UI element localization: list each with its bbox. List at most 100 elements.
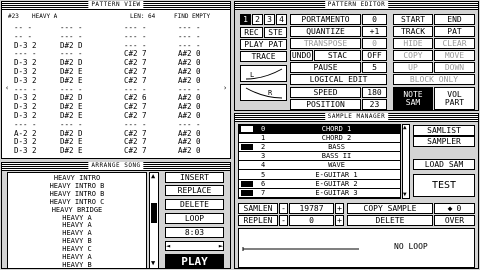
block-only-button[interactable]: BLOCK ONLY — [393, 74, 475, 85]
pattern-cell-track3[interactable]: C#2 7 — [124, 76, 147, 85]
sample-row[interactable]: 7 E-GUITAR 3 — [239, 189, 400, 198]
samlen-down-button[interactable]: - — [279, 203, 288, 214]
play-pat-button[interactable]: PLAY PAT — [240, 39, 287, 50]
pause-label[interactable]: PAUSE — [290, 62, 361, 73]
pattern-cell-track3[interactable]: C#2 7 — [124, 146, 147, 155]
pattern-cell-track2[interactable]: --- - — [60, 32, 83, 41]
loop-button[interactable]: LOOP — [165, 213, 224, 224]
pattern-cell-track1[interactable]: -- - — [14, 23, 32, 32]
pattern-cell-track3[interactable]: --- - — [124, 85, 147, 94]
rec-button[interactable]: REC — [240, 27, 263, 38]
scroll-left-icon[interactable]: ‹ — [5, 85, 9, 92]
start-button[interactable]: START — [393, 14, 433, 25]
position-value[interactable]: 23 — [362, 99, 387, 110]
sample-row[interactable]: 0 CHORD 1 — [239, 125, 400, 134]
load-sam-button[interactable]: LOAD SAM — [413, 159, 475, 170]
speed-value[interactable]: 180 — [362, 87, 387, 98]
pattern-cell-track2[interactable]: --- - — [60, 49, 83, 58]
pattern-cell-track4[interactable]: A#2 0 — [178, 102, 201, 111]
pattern-cell-track1[interactable]: --- - — [14, 120, 37, 129]
pattern-cell-track2[interactable]: D#2 E — [60, 146, 83, 155]
hide-button[interactable]: HIDE — [393, 38, 433, 49]
scroll-down-icon[interactable]: ▼ — [151, 260, 155, 267]
arrow-left-icon[interactable]: ◄ — [166, 242, 170, 250]
track-3-button[interactable]: 3 — [264, 14, 275, 25]
pattern-cell-track3[interactable]: C#2 7 — [124, 58, 147, 67]
pattern-cell-track1[interactable]: D-3 2 — [14, 67, 37, 76]
ste-button[interactable]: STE — [264, 27, 287, 38]
pattern-cell-track4[interactable]: --- - — [178, 41, 201, 50]
waveform-display[interactable]: NO LOOP — [238, 228, 475, 268]
replace-button[interactable]: REPLACE — [165, 185, 224, 196]
note-sam-button[interactable]: NOTE SAM — [393, 87, 433, 110]
copy-sample-value[interactable]: ◆ 0 — [434, 203, 475, 214]
scroll-down-icon[interactable]: ▼ — [403, 192, 407, 198]
pattern-cell-track2[interactable]: D#2 E — [60, 111, 83, 120]
pattern-cell-track1[interactable]: D-3 2 — [14, 146, 37, 155]
scroll-up-icon[interactable]: ▲ — [403, 125, 407, 131]
pattern-cell-track4[interactable]: A#2 0 — [178, 93, 201, 102]
pattern-cell-track1[interactable]: D-3 2 — [14, 93, 37, 102]
pattern-cell-track1[interactable]: A-2 2 — [14, 129, 37, 138]
find-empty-button[interactable]: FIND EMPTY — [174, 14, 210, 20]
pattern-cell-track3[interactable]: C#2 6 — [124, 93, 147, 102]
pattern-cell-track2[interactable]: D#2 D — [60, 41, 83, 50]
pattern-cell-track4[interactable]: --- - — [178, 23, 201, 32]
track-button[interactable]: TRACK — [393, 26, 433, 37]
pattern-cell-track4[interactable]: A#2 0 — [178, 129, 201, 138]
replen-down-button[interactable]: - — [279, 215, 288, 226]
insert-button[interactable]: INSERT — [165, 172, 224, 183]
position-label[interactable]: POSITION — [290, 99, 361, 110]
sample-row[interactable]: 4 WAVE — [239, 161, 400, 171]
samlen-up-button[interactable]: + — [335, 203, 344, 214]
track-1-button[interactable]: 1 — [240, 14, 251, 25]
speed-label[interactable]: SPEED — [290, 87, 361, 98]
logical-edit-button[interactable]: LOGICAL EDIT — [290, 74, 387, 85]
pattern-cell-track1[interactable]: --- - — [14, 85, 37, 94]
pattern-cell-track4[interactable]: A#2 0 — [178, 111, 201, 120]
transpose-label[interactable]: TRANSPOSE — [290, 38, 361, 49]
end-button[interactable]: END — [434, 14, 475, 25]
sample-list-scrollbar[interactable]: ▲ ▼ — [402, 124, 410, 199]
pattern-cell-track4[interactable]: A#2 0 — [178, 137, 201, 146]
pause-value[interactable]: 5 — [362, 62, 387, 73]
over-button[interactable]: OVER — [434, 215, 475, 226]
sample-row[interactable]: 1 CHORD 2 — [239, 134, 400, 144]
song-list-scrollbar[interactable]: ▲ ▼ — [149, 172, 159, 269]
test-button[interactable]: TEST — [413, 174, 475, 197]
pattern-cell-track4[interactable]: A#2 0 — [178, 146, 201, 155]
pattern-cell-track3[interactable]: C#2 7 — [124, 102, 147, 111]
sample-row[interactable]: 3 BASS II — [239, 152, 400, 162]
pattern-cell-track4[interactable]: --- - — [178, 85, 201, 94]
pattern-cell-track3[interactable]: C#2 7 — [124, 111, 147, 120]
scroll-up-icon[interactable]: ▲ — [151, 173, 155, 180]
samlist-button[interactable]: SAMLIST — [413, 125, 475, 136]
portamento-label[interactable]: PORTAMENTO — [290, 14, 361, 25]
pattern-cell-track1[interactable]: D-3 2 — [14, 111, 37, 120]
play-direction-arrows[interactable]: ◄ ► — [165, 241, 224, 251]
pattern-cell-track3[interactable]: --- - — [124, 23, 147, 32]
pattern-cell-track3[interactable]: C#2 7 — [124, 67, 147, 76]
right-volume-control[interactable]: R — [240, 84, 287, 101]
pattern-cell-track2[interactable]: D#2 D — [60, 58, 83, 67]
pattern-cell-track3[interactable]: --- - — [124, 120, 147, 129]
pattern-cell-track3[interactable]: C#2 7 — [124, 137, 147, 146]
pattern-cell-track2[interactable]: D#2 E — [60, 137, 83, 146]
pattern-cell-track1[interactable]: D-3 2 — [14, 76, 37, 85]
track-2-button[interactable]: 2 — [252, 14, 263, 25]
down-button[interactable]: DOWN — [434, 62, 475, 73]
sampler-button[interactable]: SAMPLER — [413, 136, 475, 147]
pattern-cell-track1[interactable]: D-3 2 — [14, 58, 37, 67]
scroll-thumb[interactable] — [151, 203, 157, 223]
pattern-cell-track1[interactable]: --- - — [14, 49, 37, 58]
arrow-right-icon[interactable]: ► — [219, 242, 223, 250]
pattern-cell-track2[interactable]: D#2 E — [60, 67, 83, 76]
pattern-cell-track3[interactable]: --- - — [124, 41, 147, 50]
off-button[interactable]: OFF — [362, 50, 387, 61]
pattern-cell-track3[interactable]: C#2 7 — [124, 129, 147, 138]
samlen-value[interactable]: 19787 — [289, 203, 334, 214]
vol-part-button[interactable]: VOL PART — [434, 87, 475, 110]
quantize-label[interactable]: QUANTIZE — [290, 26, 361, 37]
delete-sample-button[interactable]: DELETE — [347, 215, 433, 226]
pattern-cell-track3[interactable]: --- - — [124, 32, 147, 41]
